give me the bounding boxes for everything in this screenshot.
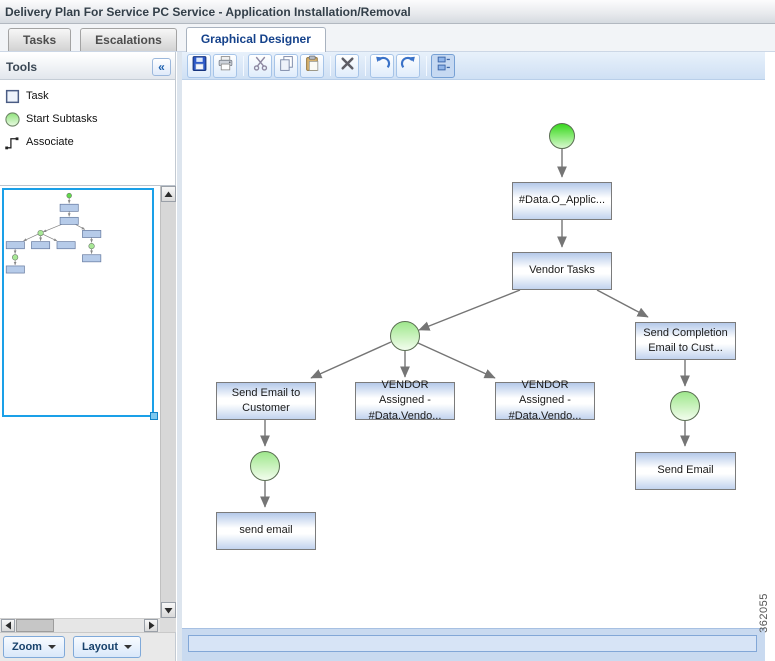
- delivery-plan-window: Delivery Plan For Service PC Service - A…: [0, 0, 775, 661]
- palette-item-label: Start Subtasks: [26, 113, 98, 125]
- caret-down-icon: [47, 645, 56, 649]
- designer-footer: Zoom Layout: [0, 632, 175, 661]
- palette-item-start-subtasks[interactable]: Start Subtasks: [0, 109, 175, 129]
- palette-item-label: Associate: [26, 136, 74, 148]
- minimap-vertical-scrollbar[interactable]: [160, 186, 176, 618]
- cut-button[interactable]: [248, 53, 272, 78]
- undo-button[interactable]: [370, 53, 394, 78]
- print-icon: [217, 55, 234, 77]
- page-title: Delivery Plan For Service PC Service - A…: [5, 4, 411, 19]
- minimap-panel: [0, 185, 176, 632]
- toolbar-separator: [426, 55, 427, 76]
- associate-icon: [4, 134, 21, 151]
- flow-node-task5[interactable]: VENDOR Assigned - #Data.Vendo...: [495, 379, 595, 422]
- minimap-viewport[interactable]: [2, 188, 154, 417]
- toolbar-separator: [365, 55, 366, 76]
- scroll-right-button[interactable]: [144, 619, 158, 632]
- flow-node-sub2[interactable]: [250, 451, 280, 481]
- zoom-button-label: Zoom: [12, 641, 42, 653]
- flow-node-task2[interactable]: Vendor Tasks: [512, 252, 612, 290]
- arrow-down-icon: [164, 607, 173, 613]
- minimap-resize-handle[interactable]: [150, 412, 158, 420]
- flow-node-task3[interactable]: Send Email to Customer: [216, 382, 316, 420]
- scrollbar-corner: [160, 618, 176, 632]
- figure-number: 362055: [758, 593, 770, 633]
- task-icon: [4, 88, 21, 105]
- layout-dropdown-button[interactable]: Layout: [72, 636, 142, 658]
- save-icon: [191, 55, 208, 77]
- delete-button[interactable]: [335, 53, 359, 78]
- start-subtasks-icon: [4, 111, 21, 128]
- minimap-overview: [0, 186, 160, 618]
- scroll-down-button[interactable]: [161, 602, 176, 618]
- flow-node-sub3[interactable]: [670, 391, 700, 421]
- print-button[interactable]: [213, 53, 237, 78]
- scrollbar-thumb[interactable]: [16, 619, 54, 632]
- canvas-scrollbar-thumb[interactable]: [188, 635, 757, 652]
- undo-icon: [374, 55, 391, 77]
- designer-toolbar: [182, 52, 765, 80]
- auto-layout-button[interactable]: [431, 53, 455, 78]
- flow-node-task1[interactable]: #Data.O_Applic...: [512, 182, 612, 220]
- copy-button[interactable]: [274, 53, 298, 78]
- tab-tasks[interactable]: Tasks: [8, 28, 72, 51]
- flow-node-task6[interactable]: Send Completion Email to Cust...: [635, 322, 736, 360]
- canvas-horizontal-scrollbar[interactable]: [182, 628, 765, 661]
- cut-icon: [252, 55, 269, 77]
- tab-escalations[interactable]: Escalations: [80, 28, 177, 51]
- flow-node-task8[interactable]: Send Email: [635, 452, 736, 490]
- redo-icon: [400, 55, 417, 77]
- tools-panel-title: Tools: [6, 59, 38, 74]
- tools-panel: Tools « Task Start Subtasks Associate Zo…: [0, 52, 176, 661]
- tab-graphical-designer[interactable]: Graphical Designer: [185, 27, 326, 52]
- layout-button-label: Layout: [81, 641, 119, 653]
- flow-node-task4[interactable]: VENDOR Assigned - #Data.Vendo...: [355, 379, 455, 422]
- arrow-up-icon: [164, 191, 173, 197]
- toolbar-separator: [330, 55, 331, 76]
- caret-down-icon: [124, 645, 133, 649]
- title-bar: Delivery Plan For Service PC Service - A…: [0, 0, 775, 24]
- paste-button[interactable]: [300, 53, 324, 78]
- flow-node-start[interactable]: [549, 123, 575, 149]
- flow-node-task7[interactable]: send email: [216, 512, 316, 550]
- palette-item-task[interactable]: Task: [0, 86, 175, 106]
- tools-panel-header: Tools «: [0, 54, 175, 80]
- scroll-left-button[interactable]: [1, 619, 15, 632]
- tab-strip: Tasks Escalations Graphical Designer: [0, 24, 775, 52]
- paste-icon: [304, 55, 321, 77]
- palette-item-associate[interactable]: Associate: [0, 132, 175, 152]
- collapse-panel-button[interactable]: «: [152, 57, 171, 76]
- minimap-horizontal-scrollbar[interactable]: [0, 618, 160, 632]
- copy-icon: [278, 55, 295, 77]
- arrow-left-icon: [5, 621, 11, 630]
- palette-item-label: Task: [26, 90, 49, 102]
- delete-icon: [339, 55, 356, 77]
- flow-node-sub1[interactable]: [390, 321, 420, 351]
- redo-button[interactable]: [396, 53, 420, 78]
- scroll-up-button[interactable]: [161, 186, 176, 202]
- save-button[interactable]: [187, 53, 211, 78]
- auto-layout-icon: [435, 55, 452, 77]
- arrow-right-icon: [148, 621, 154, 630]
- zoom-dropdown-button[interactable]: Zoom: [3, 636, 65, 658]
- toolbar-separator: [243, 55, 244, 76]
